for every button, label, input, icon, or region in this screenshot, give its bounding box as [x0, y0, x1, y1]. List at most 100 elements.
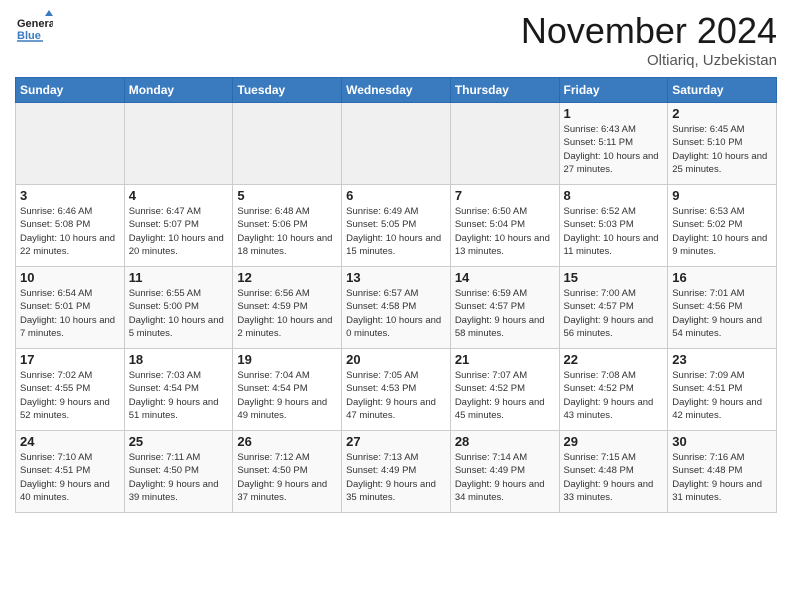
day-number: 1	[564, 106, 664, 121]
day-number: 4	[129, 188, 229, 203]
weekday-header-tuesday: Tuesday	[233, 78, 342, 103]
calendar-table: SundayMondayTuesdayWednesdayThursdayFrid…	[15, 77, 777, 513]
title-block: November 2024 Oltiariq, Uzbekistan	[521, 10, 777, 69]
day-number: 22	[564, 352, 664, 367]
week-row-3: 10 Sunrise: 6:54 AMSunset: 5:01 PMDayligh…	[16, 267, 777, 349]
day-cell: 3 Sunrise: 6:46 AMSunset: 5:08 PMDaylight…	[16, 185, 125, 267]
day-detail: Sunrise: 6:50 AMSunset: 5:04 PMDaylight:…	[455, 205, 555, 258]
day-cell	[233, 103, 342, 185]
weekday-header-row: SundayMondayTuesdayWednesdayThursdayFrid…	[16, 78, 777, 103]
day-cell: 21 Sunrise: 7:07 AMSunset: 4:52 PMDayligh…	[450, 349, 559, 431]
weekday-header-wednesday: Wednesday	[342, 78, 451, 103]
day-number: 8	[564, 188, 664, 203]
day-number: 13	[346, 270, 446, 285]
logo: General Blue	[15, 10, 53, 48]
day-number: 21	[455, 352, 555, 367]
day-detail: Sunrise: 7:02 AMSunset: 4:55 PMDaylight:…	[20, 369, 120, 422]
day-cell: 28 Sunrise: 7:14 AMSunset: 4:49 PMDayligh…	[450, 431, 559, 513]
day-detail: Sunrise: 7:14 AMSunset: 4:49 PMDaylight:…	[455, 451, 555, 504]
day-cell: 27 Sunrise: 7:13 AMSunset: 4:49 PMDayligh…	[342, 431, 451, 513]
day-cell: 13Sunrise: 6:57 AMSunset: 4:58 PMDayligh…	[342, 267, 451, 349]
day-cell: 12Sunrise: 6:56 AMSunset: 4:59 PMDayligh…	[233, 267, 342, 349]
day-detail: Sunrise: 7:09 AMSunset: 4:51 PMDaylight:…	[672, 369, 772, 422]
day-cell	[124, 103, 233, 185]
day-cell: 25 Sunrise: 7:11 AMSunset: 4:50 PMDayligh…	[124, 431, 233, 513]
day-detail: Sunrise: 7:11 AMSunset: 4:50 PMDaylight:…	[129, 451, 229, 504]
month-title: November 2024	[521, 10, 777, 52]
logo-icon: General Blue	[15, 10, 53, 48]
day-number: 9	[672, 188, 772, 203]
day-number: 29	[564, 434, 664, 449]
day-cell: 17 Sunrise: 7:02 AMSunset: 4:55 PMDayligh…	[16, 349, 125, 431]
day-number: 3	[20, 188, 120, 203]
day-detail: Sunrise: 6:48 AMSunset: 5:06 PMDaylight:…	[237, 205, 337, 258]
svg-text:Blue: Blue	[17, 30, 41, 42]
day-number: 23	[672, 352, 772, 367]
week-row-5: 24 Sunrise: 7:10 AMSunset: 4:51 PMDayligh…	[16, 431, 777, 513]
day-cell: 30Sunrise: 7:16 AMSunset: 4:48 PMDayligh…	[668, 431, 777, 513]
day-detail: Sunrise: 7:13 AMSunset: 4:49 PMDaylight:…	[346, 451, 446, 504]
day-detail: Sunrise: 7:01 AMSunset: 4:56 PMDaylight:…	[672, 287, 772, 340]
day-cell: 7 Sunrise: 6:50 AMSunset: 5:04 PMDaylight…	[450, 185, 559, 267]
day-cell: 15 Sunrise: 7:00 AMSunset: 4:57 PMDayligh…	[559, 267, 668, 349]
day-cell: 1 Sunrise: 6:43 AMSunset: 5:11 PMDaylight…	[559, 103, 668, 185]
day-detail: Sunrise: 6:53 AMSunset: 5:02 PMDaylight:…	[672, 205, 772, 258]
day-number: 11	[129, 270, 229, 285]
day-number: 26	[237, 434, 337, 449]
day-cell: 23 Sunrise: 7:09 AMSunset: 4:51 PMDayligh…	[668, 349, 777, 431]
day-number: 28	[455, 434, 555, 449]
day-cell: 9 Sunrise: 6:53 AMSunset: 5:02 PMDaylight…	[668, 185, 777, 267]
day-number: 7	[455, 188, 555, 203]
day-detail: Sunrise: 6:54 AMSunset: 5:01 PMDaylight:…	[20, 287, 120, 340]
day-cell: 18Sunrise: 7:03 AMSunset: 4:54 PMDayligh…	[124, 349, 233, 431]
day-detail: Sunrise: 7:07 AMSunset: 4:52 PMDaylight:…	[455, 369, 555, 422]
weekday-header-monday: Monday	[124, 78, 233, 103]
day-detail: Sunrise: 7:00 AMSunset: 4:57 PMDaylight:…	[564, 287, 664, 340]
day-cell: 4 Sunrise: 6:47 AMSunset: 5:07 PMDaylight…	[124, 185, 233, 267]
day-cell: 6Sunrise: 6:49 AMSunset: 5:05 PMDaylight…	[342, 185, 451, 267]
day-cell: 2Sunrise: 6:45 AMSunset: 5:10 PMDaylight…	[668, 103, 777, 185]
day-detail: Sunrise: 6:45 AMSunset: 5:10 PMDaylight:…	[672, 123, 772, 176]
day-cell	[342, 103, 451, 185]
day-detail: Sunrise: 6:52 AMSunset: 5:03 PMDaylight:…	[564, 205, 664, 258]
weekday-header-thursday: Thursday	[450, 78, 559, 103]
day-cell: 29Sunrise: 7:15 AMSunset: 4:48 PMDayligh…	[559, 431, 668, 513]
day-cell	[16, 103, 125, 185]
day-number: 24	[20, 434, 120, 449]
day-cell: 20Sunrise: 7:05 AMSunset: 4:53 PMDayligh…	[342, 349, 451, 431]
day-detail: Sunrise: 7:10 AMSunset: 4:51 PMDaylight:…	[20, 451, 120, 504]
day-detail: Sunrise: 6:43 AMSunset: 5:11 PMDaylight:…	[564, 123, 664, 176]
week-row-4: 17 Sunrise: 7:02 AMSunset: 4:55 PMDayligh…	[16, 349, 777, 431]
day-number: 10	[20, 270, 120, 285]
day-number: 5	[237, 188, 337, 203]
day-detail: Sunrise: 7:12 AMSunset: 4:50 PMDaylight:…	[237, 451, 337, 504]
day-cell: 5 Sunrise: 6:48 AMSunset: 5:06 PMDaylight…	[233, 185, 342, 267]
day-number: 27	[346, 434, 446, 449]
day-detail: Sunrise: 7:04 AMSunset: 4:54 PMDaylight:…	[237, 369, 337, 422]
day-detail: Sunrise: 6:47 AMSunset: 5:07 PMDaylight:…	[129, 205, 229, 258]
day-number: 30	[672, 434, 772, 449]
day-number: 6	[346, 188, 446, 203]
weekday-header-friday: Friday	[559, 78, 668, 103]
weekday-header-saturday: Saturday	[668, 78, 777, 103]
day-detail: Sunrise: 6:46 AMSunset: 5:08 PMDaylight:…	[20, 205, 120, 258]
day-cell: 10 Sunrise: 6:54 AMSunset: 5:01 PMDayligh…	[16, 267, 125, 349]
page-header: General Blue November 2024 Oltiariq, Uzb…	[15, 10, 777, 69]
day-detail: Sunrise: 7:08 AMSunset: 4:52 PMDaylight:…	[564, 369, 664, 422]
day-number: 25	[129, 434, 229, 449]
day-detail: Sunrise: 6:59 AMSunset: 4:57 PMDaylight:…	[455, 287, 555, 340]
day-cell: 24 Sunrise: 7:10 AMSunset: 4:51 PMDayligh…	[16, 431, 125, 513]
day-number: 20	[346, 352, 446, 367]
day-detail: Sunrise: 6:55 AMSunset: 5:00 PMDaylight:…	[129, 287, 229, 340]
day-cell: 22 Sunrise: 7:08 AMSunset: 4:52 PMDayligh…	[559, 349, 668, 431]
day-detail: Sunrise: 6:56 AMSunset: 4:59 PMDaylight:…	[237, 287, 337, 340]
week-row-1: 1 Sunrise: 6:43 AMSunset: 5:11 PMDaylight…	[16, 103, 777, 185]
day-detail: Sunrise: 7:03 AMSunset: 4:54 PMDaylight:…	[129, 369, 229, 422]
day-cell: 19Sunrise: 7:04 AMSunset: 4:54 PMDayligh…	[233, 349, 342, 431]
day-number: 15	[564, 270, 664, 285]
day-cell: 8 Sunrise: 6:52 AMSunset: 5:03 PMDaylight…	[559, 185, 668, 267]
day-number: 16	[672, 270, 772, 285]
location: Oltiariq, Uzbekistan	[521, 52, 777, 69]
day-number: 17	[20, 352, 120, 367]
day-cell: 16 Sunrise: 7:01 AMSunset: 4:56 PMDayligh…	[668, 267, 777, 349]
